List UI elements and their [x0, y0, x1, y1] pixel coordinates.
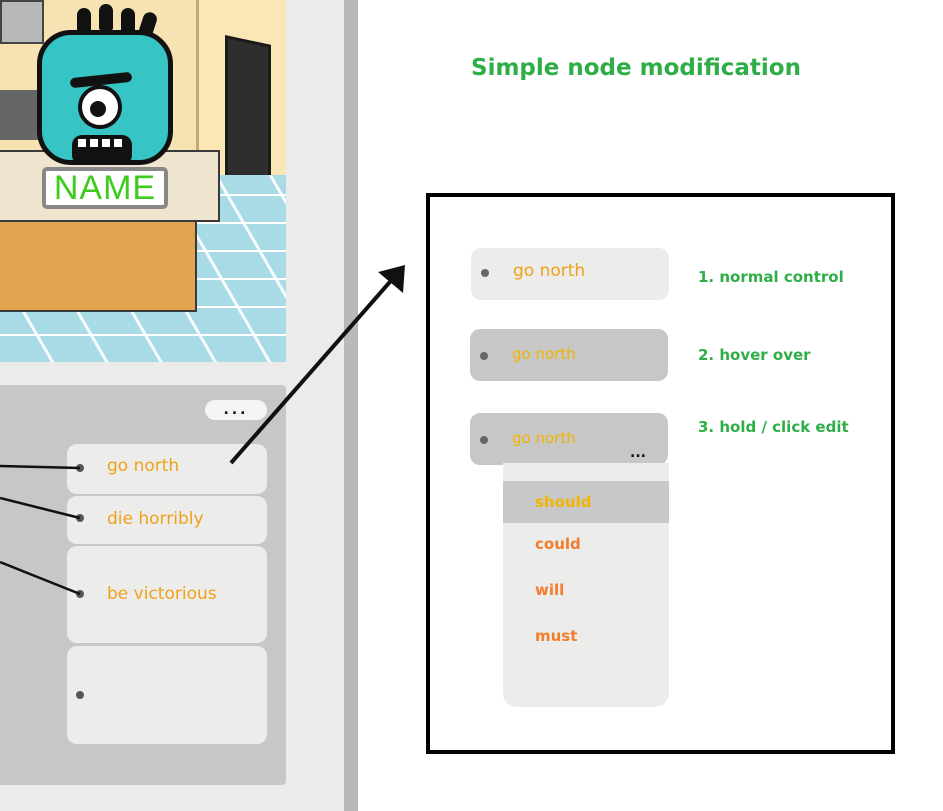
character-body	[37, 30, 173, 165]
desk-front	[0, 220, 197, 312]
app-frame: NAME ... go north die horribly be victor…	[0, 0, 358, 811]
node-label: go north	[513, 261, 586, 281]
character-avatar	[37, 4, 175, 165]
choice-label: die horribly	[107, 509, 204, 529]
connector-dot[interactable]	[481, 269, 489, 277]
choice-label: be victorious	[107, 584, 217, 604]
connector-dot[interactable]	[480, 352, 488, 360]
game-scene: NAME	[0, 0, 286, 362]
dropdown-option-will[interactable]: will	[503, 569, 669, 611]
node-label: go north	[512, 429, 576, 447]
node-normal[interactable]: go north	[471, 248, 669, 300]
dropdown-option-must[interactable]: must	[503, 615, 669, 657]
choice-node[interactable]: be victorious	[67, 546, 267, 643]
connector-dot[interactable]	[480, 436, 488, 444]
connector-dot[interactable]	[76, 590, 84, 598]
modifier-dropdown: should could will must	[503, 463, 669, 707]
choices-panel: ... go north die horribly be victorious	[0, 385, 286, 785]
character-eye	[78, 85, 122, 129]
choice-node[interactable]	[67, 646, 267, 744]
hair-tuft	[99, 4, 113, 30]
node-edit[interactable]: go north ...	[470, 413, 668, 465]
node-hover[interactable]: go north	[470, 329, 668, 381]
connector-dot[interactable]	[76, 691, 84, 699]
dropdown-option-could[interactable]: could	[503, 523, 669, 565]
node-label: go north	[512, 345, 576, 363]
page-title: Simple node modification	[471, 55, 801, 81]
dropdown-option-should[interactable]: should	[503, 481, 669, 523]
step-label: 3. hold / click edit	[698, 418, 849, 436]
choice-node[interactable]: die horribly	[67, 496, 267, 544]
arrow-head	[378, 265, 405, 293]
kitchen-shelf	[0, 90, 40, 140]
more-options-button[interactable]: ...	[205, 400, 267, 420]
character-name-tag: NAME	[42, 167, 168, 209]
step-label: 1. normal control	[698, 268, 844, 286]
choice-label: go north	[107, 456, 180, 476]
step-label: 2. hover over	[698, 346, 811, 364]
connector-dot[interactable]	[76, 464, 84, 472]
connector-dot[interactable]	[76, 514, 84, 522]
edit-ellipsis-icon[interactable]: ...	[630, 445, 646, 461]
character-mouth	[72, 135, 132, 165]
choice-node[interactable]: go north	[67, 444, 267, 494]
